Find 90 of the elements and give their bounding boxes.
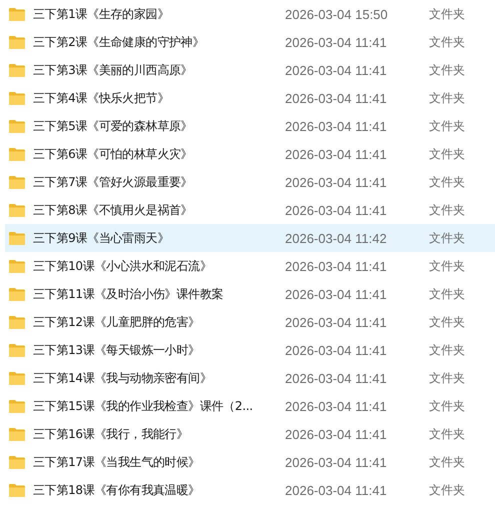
folder-icon bbox=[9, 7, 25, 21]
file-name: 三下第3课《美丽的川西高原》 bbox=[33, 62, 194, 78]
folder-row[interactable]: 三下第12课《儿童肥胖的危害》 2026-03-04 11:41 文件夹 bbox=[5, 308, 495, 336]
folder-icon bbox=[9, 147, 25, 161]
folder-icon bbox=[9, 315, 25, 329]
folder-row[interactable]: 三下第16课《我行，我能行》 2026-03-04 11:41 文件夹 bbox=[5, 420, 495, 448]
file-name: 三下第17课《当我生气的时候》 bbox=[33, 454, 201, 470]
folder-icon bbox=[9, 371, 25, 385]
file-type: 文件夹 bbox=[429, 398, 465, 414]
modified-date: 2026-03-04 11:41 bbox=[285, 454, 388, 470]
file-name: 三下第11课《及时治小伤》课件教案 bbox=[33, 286, 224, 302]
folder-row[interactable]: 三下第11课《及时治小伤》课件教案 2026-03-04 11:41 文件夹 bbox=[5, 280, 495, 308]
folder-icon bbox=[9, 259, 25, 273]
folder-row[interactable]: 三下第5课《可爱的森林草原》 2026-03-04 11:41 文件夹 bbox=[5, 112, 495, 140]
modified-date: 2026-03-04 11:41 bbox=[285, 118, 388, 134]
file-type: 文件夹 bbox=[429, 258, 465, 274]
folder-row[interactable]: 三下第14课《我与动物亲密有间》 2026-03-04 11:41 文件夹 bbox=[5, 364, 495, 392]
modified-date: 2026-03-04 11:41 bbox=[285, 482, 388, 498]
folder-row[interactable]: 三下第3课《美丽的川西高原》 2026-03-04 11:41 文件夹 bbox=[5, 56, 495, 84]
file-name: 三下第13课《每天锻炼一小时》 bbox=[33, 342, 201, 358]
modified-date: 2026-03-04 11:41 bbox=[285, 314, 388, 330]
file-type: 文件夹 bbox=[429, 202, 465, 218]
folder-icon bbox=[9, 287, 25, 301]
file-type: 文件夹 bbox=[429, 314, 465, 330]
folder-icon bbox=[9, 427, 25, 441]
folder-icon bbox=[9, 483, 25, 497]
modified-date: 2026-03-04 11:41 bbox=[285, 34, 388, 50]
modified-date: 2026-03-04 11:41 bbox=[285, 398, 388, 414]
folder-icon bbox=[9, 91, 25, 105]
file-name: 三下第14课《我与动物亲密有间》 bbox=[33, 370, 212, 386]
file-name: 三下第8课《不慎用火是祸首》 bbox=[33, 202, 194, 218]
file-type: 文件夹 bbox=[429, 426, 465, 442]
folder-row[interactable]: 三下第18课《有你有我真温暖》 2026-03-04 11:41 文件夹 bbox=[5, 476, 495, 504]
file-name: 三下第9课《当心雷雨天》 bbox=[33, 230, 170, 246]
file-type: 文件夹 bbox=[429, 174, 465, 190]
modified-date: 2026-03-04 11:41 bbox=[285, 258, 388, 274]
file-type: 文件夹 bbox=[429, 454, 465, 470]
folder-icon bbox=[9, 119, 25, 133]
folder-row[interactable]: 三下第15课《我的作业我检查》课件（2... 2026-03-04 11:41 文件夹 bbox=[5, 392, 495, 420]
modified-date: 2026-03-04 11:41 bbox=[285, 90, 388, 106]
file-name: 三下第5课《可爱的森林草原》 bbox=[33, 118, 194, 134]
modified-date: 2026-03-04 11:42 bbox=[285, 230, 388, 246]
modified-date: 2026-03-04 11:41 bbox=[285, 286, 388, 302]
folder-icon bbox=[9, 203, 25, 217]
file-type: 文件夹 bbox=[429, 146, 465, 162]
modified-date: 2026-03-04 11:41 bbox=[285, 174, 388, 190]
folder-row[interactable]: 三下第2课《生命健康的守护神》 2026-03-04 11:41 文件夹 bbox=[5, 28, 495, 56]
file-type: 文件夹 bbox=[429, 90, 465, 106]
file-type: 文件夹 bbox=[429, 118, 465, 134]
modified-date: 2026-03-04 11:41 bbox=[285, 426, 388, 442]
file-type: 文件夹 bbox=[429, 6, 465, 22]
file-name: 三下第6课《可怕的林草火灾》 bbox=[33, 146, 194, 162]
folder-icon bbox=[9, 35, 25, 49]
folder-icon bbox=[9, 175, 25, 189]
file-type: 文件夹 bbox=[429, 34, 465, 50]
folder-icon bbox=[9, 343, 25, 357]
file-name: 三下第16课《我行，我能行》 bbox=[33, 426, 190, 442]
file-type: 文件夹 bbox=[429, 230, 465, 246]
modified-date: 2026-03-04 11:41 bbox=[285, 146, 388, 162]
modified-date: 2026-03-04 11:41 bbox=[285, 202, 388, 218]
folder-icon bbox=[9, 455, 25, 469]
file-type: 文件夹 bbox=[429, 342, 465, 358]
file-name: 三下第12课《儿童肥胖的危害》 bbox=[33, 314, 201, 330]
file-name: 三下第10课《小心洪水和泥石流》 bbox=[33, 258, 212, 274]
file-name: 三下第15课《我的作业我检查》课件（2... bbox=[33, 398, 254, 414]
folder-row[interactable]: 三下第10课《小心洪水和泥石流》 2026-03-04 11:41 文件夹 bbox=[5, 252, 495, 280]
folder-icon bbox=[9, 63, 25, 77]
folder-row[interactable]: 三下第9课《当心雷雨天》 2026-03-04 11:42 文件夹 bbox=[5, 224, 495, 252]
file-name: 三下第1课《生存的家园》 bbox=[33, 6, 170, 22]
file-name: 三下第4课《快乐火把节》 bbox=[33, 90, 170, 106]
folder-row[interactable]: 三下第4课《快乐火把节》 2026-03-04 11:41 文件夹 bbox=[5, 84, 495, 112]
folder-icon bbox=[9, 231, 25, 245]
file-type: 文件夹 bbox=[429, 482, 465, 498]
file-name: 三下第7课《管好火源最重要》 bbox=[33, 174, 194, 190]
modified-date: 2026-03-04 11:41 bbox=[285, 370, 388, 386]
modified-date: 2026-03-04 11:41 bbox=[285, 342, 388, 358]
folder-row[interactable]: 三下第8课《不慎用火是祸首》 2026-03-04 11:41 文件夹 bbox=[5, 196, 495, 224]
folder-icon bbox=[9, 399, 25, 413]
modified-date: 2026-03-04 11:41 bbox=[285, 62, 388, 78]
folder-row[interactable]: 三下第13课《每天锻炼一小时》 2026-03-04 11:41 文件夹 bbox=[5, 336, 495, 364]
folder-row[interactable]: 三下第1课《生存的家园》 2026-03-04 15:50 文件夹 bbox=[5, 0, 495, 28]
file-name: 三下第2课《生命健康的守护神》 bbox=[33, 34, 206, 50]
folder-row[interactable]: 三下第6课《可怕的林草火灾》 2026-03-04 11:41 文件夹 bbox=[5, 140, 495, 168]
file-type: 文件夹 bbox=[429, 370, 465, 386]
modified-date: 2026-03-04 15:50 bbox=[285, 6, 389, 22]
folder-row[interactable]: 三下第17课《当我生气的时候》 2026-03-04 11:41 文件夹 bbox=[5, 448, 495, 476]
file-name: 三下第18课《有你有我真温暖》 bbox=[33, 482, 201, 498]
folder-row[interactable]: 三下第7课《管好火源最重要》 2026-03-04 11:41 文件夹 bbox=[5, 168, 495, 196]
file-type: 文件夹 bbox=[429, 286, 465, 302]
file-type: 文件夹 bbox=[429, 62, 465, 78]
